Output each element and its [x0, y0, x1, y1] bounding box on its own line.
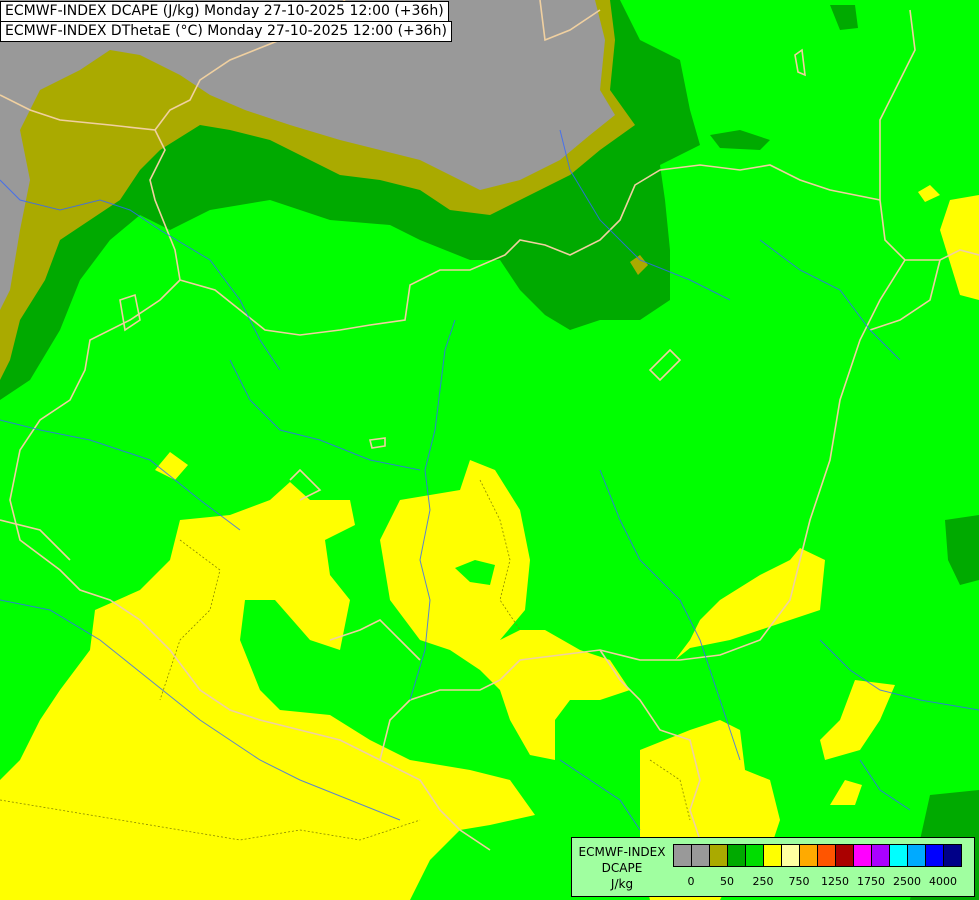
legend-tick-label: 2500	[893, 875, 921, 888]
legend-ticks: 0 50 250 750 1250 1750 2500 4000	[673, 875, 973, 891]
legend-swatch	[908, 845, 926, 866]
legend-swatch	[800, 845, 818, 866]
legend-tick-label: 1750	[857, 875, 885, 888]
legend-tick-label: 4000	[929, 875, 957, 888]
legend-swatch	[872, 845, 890, 866]
legend-swatch	[944, 845, 962, 866]
legend-swatch	[836, 845, 854, 866]
legend-label-variable: DCAPE	[601, 861, 643, 875]
legend-swatch	[926, 845, 944, 866]
map-canvas	[0, 0, 979, 900]
legend-tick-label: 250	[752, 875, 774, 888]
map-title-dthetae: ECMWF-INDEX DThetaE (°C) Monday 27-10-20…	[0, 21, 452, 42]
legend-swatch	[854, 845, 872, 866]
legend-tick-label: 1250	[821, 875, 849, 888]
legend-swatch	[728, 845, 746, 866]
legend-label-unit: J/kg	[610, 877, 634, 891]
legend-tick-label: 750	[788, 875, 810, 888]
legend-swatch	[674, 845, 692, 866]
legend-swatch	[890, 845, 908, 866]
legend-swatches	[673, 844, 962, 867]
legend-tick-label: 0	[687, 875, 695, 888]
weather-map: ECMWF-INDEX DCAPE (J/kg) Monday 27-10-20…	[0, 0, 979, 900]
map-title-dcape: ECMWF-INDEX DCAPE (J/kg) Monday 27-10-20…	[0, 1, 449, 22]
legend-swatch	[818, 845, 836, 866]
legend-label-model: ECMWF-INDEX	[578, 845, 666, 859]
legend-swatch	[764, 845, 782, 866]
legend-label: ECMWF-INDEX DCAPE J/kg	[576, 844, 668, 892]
legend-swatch	[782, 845, 800, 866]
color-legend: ECMWF-INDEX DCAPE J/kg 0 50 250 750 1250 1750…	[571, 837, 975, 897]
legend-swatch	[692, 845, 710, 866]
legend-swatch	[710, 845, 728, 866]
legend-swatch	[746, 845, 764, 866]
legend-tick-label: 50	[720, 875, 734, 888]
